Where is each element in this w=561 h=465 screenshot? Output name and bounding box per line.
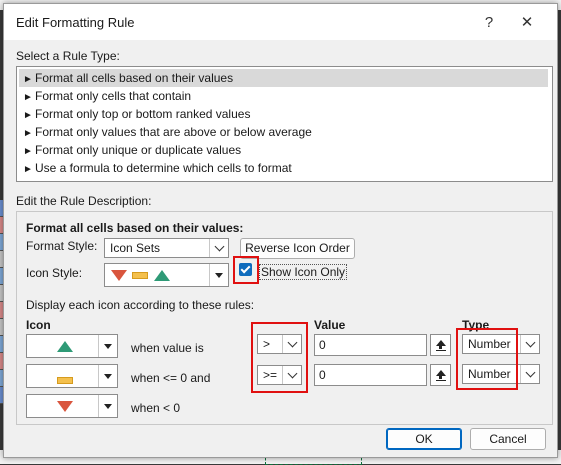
rule-type-item[interactable]: ► Use a formula to determine which cells …	[19, 159, 548, 177]
show-icon-only-checkbox[interactable]	[239, 263, 252, 276]
chevron-down-icon	[520, 335, 539, 353]
chevron-down-icon	[98, 365, 117, 387]
title-bar: Edit Formatting Rule ? ✕	[4, 4, 557, 40]
collapse-arrow-icon	[435, 340, 446, 349]
rule-value-input[interactable]: 0	[314, 364, 427, 386]
rule-type-item[interactable]: ► Format only unique or duplicate values	[19, 141, 548, 159]
icon-column-header: Icon	[26, 318, 51, 332]
rule-type-item[interactable]: ► Format all cells based on their values	[19, 69, 548, 87]
range-select-button[interactable]	[430, 334, 451, 356]
rule-description-group: Format all cells based on their values: …	[16, 211, 553, 425]
highlight-box	[251, 322, 308, 393]
rule-type-item[interactable]: ► Format only top or bottom ranked values	[19, 105, 548, 123]
rule-type-item[interactable]: ► Format only values that are above or be…	[19, 123, 548, 141]
ok-button[interactable]: OK	[386, 428, 462, 450]
format-style-label: Format Style:	[26, 239, 98, 253]
chevron-down-icon	[98, 395, 117, 417]
red-down-triangle-icon	[111, 270, 127, 281]
dialog-title: Edit Formatting Rule	[16, 15, 135, 30]
chevron-down-icon	[209, 264, 228, 286]
rule-condition-text: when value is	[131, 341, 204, 355]
chevron-down-icon	[209, 239, 228, 257]
close-button[interactable]: ✕	[510, 10, 544, 36]
green-up-triangle-icon	[153, 270, 170, 281]
rule-type-item[interactable]: ► Format only cells that contain	[19, 87, 548, 105]
red-down-triangle-icon	[57, 401, 73, 412]
highlight-box	[456, 328, 518, 390]
rule-condition-text: when <= 0 and	[131, 371, 211, 385]
rule-icon-select[interactable]	[26, 334, 118, 358]
help-button[interactable]: ?	[472, 10, 506, 36]
icon-style-select[interactable]	[104, 263, 229, 287]
description-heading: Format all cells based on their values:	[26, 221, 244, 235]
rule-icon-select[interactable]	[26, 364, 118, 388]
rule-condition-text: when < 0	[131, 401, 181, 415]
icon-style-preview	[111, 270, 170, 284]
value-column-header: Value	[314, 318, 346, 332]
edit-formatting-rule-dialog: Edit Formatting Rule ? ✕ Select a Rule T…	[3, 3, 558, 458]
collapse-arrow-icon	[435, 370, 446, 379]
format-style-select[interactable]: Icon Sets	[104, 238, 229, 258]
rule-arrow-icon: ►	[23, 164, 33, 175]
chevron-down-icon	[520, 365, 539, 383]
green-up-triangle-icon	[57, 341, 73, 352]
icon-style-label: Icon Style:	[26, 266, 83, 280]
rule-icon-select[interactable]	[26, 394, 118, 418]
yellow-dash-icon	[132, 272, 149, 279]
rules-caption: Display each icon according to these rul…	[26, 298, 255, 312]
rule-type-listbox[interactable]: ► Format all cells based on their values …	[16, 66, 553, 182]
show-icon-only-label: Show Icon Only	[259, 264, 348, 280]
rule-description-label: Edit the Rule Description:	[16, 194, 152, 208]
range-select-button[interactable]	[430, 364, 451, 386]
rule-type-label: Select a Rule Type:	[16, 49, 120, 63]
chevron-down-icon	[98, 335, 117, 357]
cancel-button[interactable]: Cancel	[470, 428, 546, 450]
yellow-dash-icon	[57, 377, 73, 384]
rule-value-input[interactable]: 0	[314, 334, 427, 356]
